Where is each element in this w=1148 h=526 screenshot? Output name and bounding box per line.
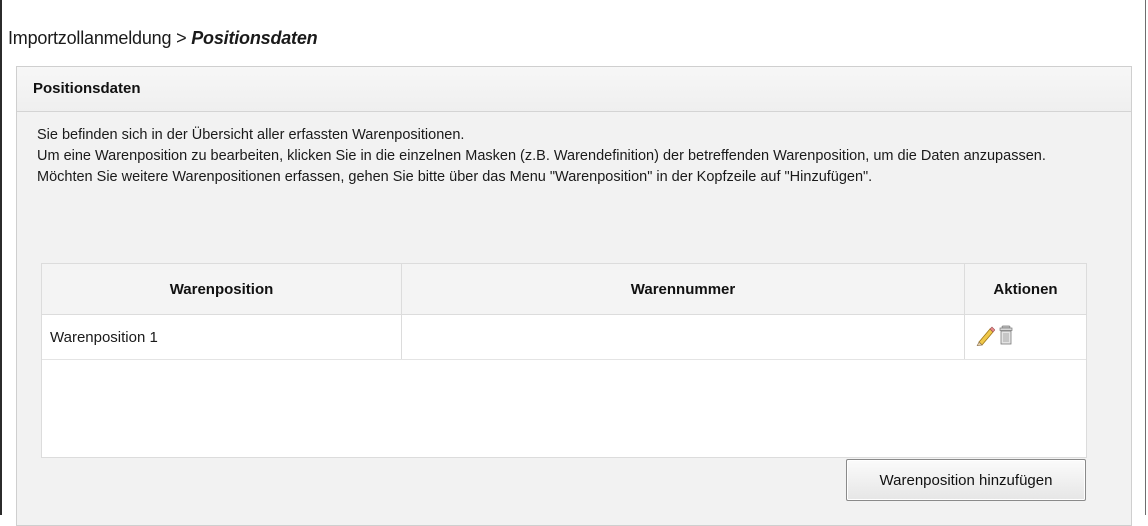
trash-icon[interactable] <box>997 324 1017 350</box>
table-row[interactable]: Warenposition 1 <box>42 314 1086 360</box>
pencil-icon[interactable] <box>975 324 996 350</box>
panel-title: Positionsdaten <box>17 67 1131 112</box>
add-warenposition-button[interactable]: Warenposition hinzufügen <box>846 459 1086 501</box>
positions-table: Warenposition Warennummer Aktionen Waren… <box>41 263 1087 458</box>
cell-warenposition[interactable]: Warenposition 1 <box>42 314 402 360</box>
intro-line-3: Möchten Sie weitere Warenpositionen erfa… <box>37 169 873 185</box>
table-header-row: Warenposition Warennummer Aktionen <box>42 264 1086 315</box>
breadcrumb: Importzollanmeldung > Positionsdaten <box>8 28 318 49</box>
intro-text: Sie befinden sich in der Übersicht aller… <box>37 125 1122 188</box>
cell-warennummer[interactable] <box>401 314 965 360</box>
column-header-aktionen: Aktionen <box>964 264 1086 315</box>
breadcrumb-parent[interactable]: Importzollanmeldung <box>8 28 171 48</box>
intro-line-2: Um eine Warenposition zu bearbeiten, kli… <box>37 148 1046 164</box>
cell-actions <box>964 314 1086 360</box>
breadcrumb-current: Positionsdaten <box>191 28 318 48</box>
column-header-warenposition: Warenposition <box>42 264 402 315</box>
breadcrumb-separator: > <box>176 28 187 48</box>
column-header-warennummer: Warennummer <box>401 264 965 315</box>
positionsdaten-panel: Positionsdaten Sie befinden sich in der … <box>16 66 1132 526</box>
intro-line-1: Sie befinden sich in der Übersicht aller… <box>37 127 465 143</box>
